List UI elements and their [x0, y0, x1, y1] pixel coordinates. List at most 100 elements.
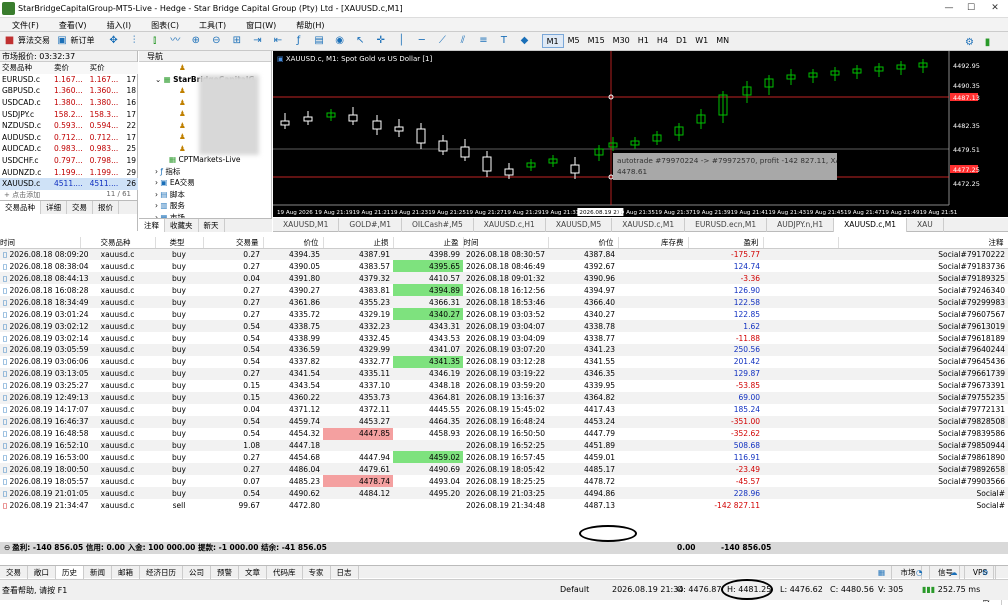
zoom-in-icon[interactable]: ⊕ — [189, 34, 202, 47]
toolbox-tab-exposure[interactable]: 敞口 — [28, 566, 56, 579]
price-chart[interactable]: 4492.95 4490.35 4487.13 4482.35 4479.51 4477.… — [273, 51, 1008, 217]
grid-icon[interactable]: ⊞ — [230, 34, 243, 47]
indicators-icon[interactable]: ƒ — [292, 34, 305, 47]
tf-d1[interactable]: D1 — [672, 34, 691, 48]
fibonacci-icon[interactable]: ≡ — [477, 34, 490, 47]
menu-window[interactable]: 窗口(W) — [234, 18, 284, 31]
algo-trading-button[interactable]: 算法交易 — [18, 33, 50, 50]
mw-row[interactable]: NZDUSD.c 0.593... 0.594... 22 — [0, 120, 138, 132]
minimize-button[interactable]: — — [938, 2, 960, 15]
trend-line-icon[interactable]: ⟋ — [436, 34, 449, 47]
col-sl[interactable]: 止损 — [323, 237, 394, 249]
mw-row[interactable]: AUDCAD.c 0.983... 0.983... 25 — [0, 143, 138, 155]
chart-tab[interactable]: XAUUSD,M5 — [546, 218, 613, 232]
chart-tab[interactable]: XAUUSD,M1 — [273, 218, 340, 232]
chart-tab[interactable]: AUDJPY.n,H1 — [767, 218, 835, 232]
history-row[interactable]: ▯ 2026.08.18 08:09:20 xauusd.c buy 0.27 4394… — [0, 248, 1008, 261]
toolbox-tab-company[interactable]: 公司 — [183, 566, 211, 579]
col-type[interactable]: 类型 — [155, 237, 204, 249]
nav-services[interactable]: › ▥ 服务 — [145, 200, 271, 212]
history-row[interactable]: ▯ 2026.08.19 14:17:07 xauusd.c buy 0.04 4371… — [0, 404, 1008, 416]
nav-experts[interactable]: › ▣ EA交易 — [145, 177, 271, 189]
mw-header-ask[interactable]: 买价 — [88, 62, 124, 74]
nav-server[interactable]: ▦ CPTMarkets-Live — [145, 154, 271, 166]
col-volume[interactable]: 交易量 — [203, 237, 264, 249]
mw-row[interactable]: AUDNZD.c 1.199... 1.199... 29 — [0, 166, 138, 178]
col-close-time[interactable]: 时间 — [463, 237, 549, 249]
history-row[interactable]: ▯ 2026.08.19 03:01:24 xauusd.c buy 0.27 4335… — [0, 308, 1008, 321]
tf-m1[interactable]: M1 — [541, 34, 564, 48]
screenshot-icon[interactable]: ◉ — [333, 34, 346, 47]
col-profit[interactable]: 盈利 — [688, 237, 764, 249]
menu-tools[interactable]: 工具(T) — [187, 18, 234, 31]
nav-tab-common[interactable]: 注释 — [139, 219, 165, 232]
nav-tab-chat[interactable]: 新天 — [199, 219, 225, 232]
new-order-button[interactable]: 新订单 — [71, 33, 95, 50]
chart-tab[interactable]: EURUSD.ecn,M1 — [685, 218, 768, 232]
chart-tab[interactable]: GOLD#,M1 — [339, 218, 403, 232]
mw-tab-details[interactable]: 详细 — [41, 200, 67, 214]
history-row[interactable]: ▯ 2026.08.19 18:00:50 xauusd.c buy 0.27 4486… — [0, 463, 1008, 476]
shapes-icon[interactable]: ◆ — [518, 34, 531, 47]
mw-row[interactable]: EURUSD.c 1.167... 1.167... 17 — [0, 74, 138, 86]
chart-canvas[interactable]: 4492.95 4490.35 4487.13 4482.35 4479.51 4477.… — [273, 51, 1008, 217]
vertical-line-icon[interactable]: │ — [395, 34, 408, 47]
toolbox-tab-mailbox[interactable]: 邮箱 — [112, 566, 140, 579]
channel-icon[interactable]: ⫽ — [456, 34, 469, 47]
maximize-button[interactable]: ☐ — [960, 2, 982, 15]
history-row[interactable]: ▯ 2026.08.19 18:05:57 xauusd.c buy 0.07 4485… — [0, 475, 1008, 488]
nav-tab-favorites[interactable]: 收藏夹 — [165, 219, 199, 232]
col-blank[interactable] — [763, 237, 839, 249]
toolbox-tab-alerts[interactable]: 预警 — [211, 566, 239, 579]
history-row[interactable]: ▯ 2026.08.18 08:44:13 xauusd.c buy 0.04 4391… — [0, 272, 1008, 285]
tf-m15[interactable]: M15 — [584, 34, 609, 48]
col-open-time[interactable]: 时间 — [0, 237, 81, 249]
toolbox-tab-experts[interactable]: 专家 — [303, 566, 331, 579]
mw-header-symbol[interactable]: 交易品种 — [0, 62, 52, 74]
mw-header-bid[interactable]: 卖价 — [52, 62, 88, 74]
tf-w1[interactable]: W1 — [691, 34, 712, 48]
line-chart-icon[interactable]: 〰 — [169, 34, 182, 47]
col-swap[interactable]: 库存费 — [618, 237, 689, 249]
tf-mn[interactable]: MN — [712, 34, 733, 48]
toolbox-tab-journal[interactable]: 日志 — [331, 566, 359, 579]
close-button[interactable]: ✕ — [984, 2, 1006, 15]
mw-tab-ticks[interactable]: 报价 — [93, 200, 119, 214]
toolbox-tab-articles[interactable]: 文章 — [239, 566, 267, 579]
toolbox-tab-calendar[interactable]: 经济日历 — [140, 566, 183, 579]
history-row[interactable]: ▯ 2026.08.19 16:48:58 xauusd.c buy 0.54 4454… — [0, 427, 1008, 440]
col-comment[interactable]: 注释 — [838, 237, 1008, 249]
history-row[interactable]: ▯ 2026.08.18 08:38:04 xauusd.c buy 0.27 4390… — [0, 260, 1008, 273]
col-symbol[interactable]: 交易品种 — [80, 237, 156, 249]
crosshair-tool-icon[interactable]: ✥ — [107, 34, 120, 47]
candlestick-icon[interactable]: ⫾ — [148, 34, 161, 47]
mw-row[interactable]: USDCAD.c 1.380... 1.380... 16 — [0, 97, 138, 109]
chart-tab[interactable]: XAUUSD.c,M1 — [612, 218, 686, 232]
toolbox-tab-news[interactable]: 新闻 — [84, 566, 112, 579]
templates-icon[interactable]: ▤ — [313, 34, 326, 47]
history-row[interactable]: ▯ 2026.08.19 16:53:00 xauusd.c buy 0.27 4454… — [0, 451, 1008, 464]
history-row[interactable]: ▯ 2026.08.19 03:13:05 xauusd.c buy 0.27 4341… — [0, 367, 1008, 380]
menu-insert[interactable]: 插入(I) — [95, 18, 140, 31]
history-row[interactable]: ▯ 2026.08.19 16:52:10 xauusd.c buy 1.08 4447… — [0, 439, 1008, 452]
toolbox-tab-codebase[interactable]: 代码库 — [267, 566, 303, 579]
col-tp[interactable]: 止盈 — [393, 237, 464, 249]
settings-icon[interactable]: ⚙ — [963, 36, 976, 49]
history-row[interactable]: ▯ 2026.08.19 12:49:13 xauusd.c buy 0.15 4360… — [0, 391, 1008, 404]
history-row[interactable]: ▯ 2026.08.19 03:02:14 xauusd.c buy 0.54 4338… — [0, 332, 1008, 344]
history-row[interactable]: ▯ 2026.08.19 03:05:59 xauusd.c buy 0.54 4336… — [0, 344, 1008, 356]
crosshair-icon[interactable]: ✛ — [374, 34, 387, 47]
menu-help[interactable]: 帮助(H) — [284, 18, 332, 31]
history-row[interactable]: ▯ 2026.08.19 03:02:12 xauusd.c buy 0.54 4338… — [0, 320, 1008, 333]
history-row[interactable]: ▯ 2026.08.19 21:34:47 xauusd.c sell 99.67 44… — [0, 499, 1008, 511]
chart-tab[interactable]: XAUUSD.c,H1 — [474, 218, 546, 232]
chart-tab[interactable]: OILCash#,M5 — [402, 218, 474, 232]
horizontal-line-icon[interactable]: ─ — [415, 34, 428, 47]
history-row[interactable]: ▯ 2026.08.19 21:01:05 xauusd.c buy 0.54 4490… — [0, 487, 1008, 500]
history-row[interactable]: ▯ 2026.08.19 03:06:06 xauusd.c buy 0.54 4337… — [0, 355, 1008, 368]
zoom-out-icon[interactable]: ⊖ — [210, 34, 223, 47]
nav-scripts[interactable]: › ▤ 脚本 — [145, 189, 271, 201]
bar-chart-icon[interactable]: ⫶ — [128, 34, 141, 47]
chart-tab[interactable]: XAU — [907, 218, 944, 232]
menu-chart[interactable]: 图表(C) — [139, 18, 187, 31]
